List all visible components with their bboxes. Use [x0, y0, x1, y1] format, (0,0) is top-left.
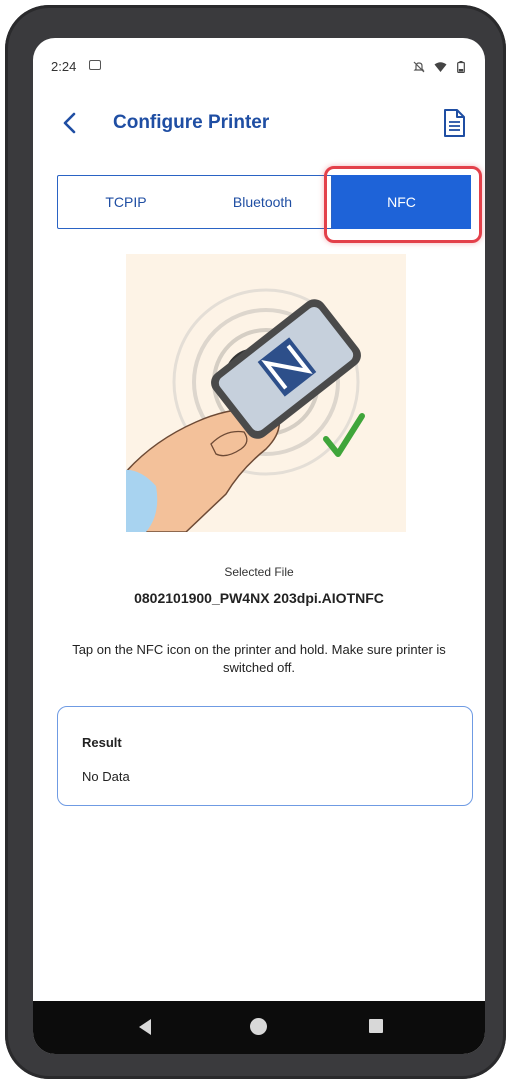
mute-icon [413, 61, 425, 72]
wifi-icon [434, 61, 447, 72]
tab-tcpip[interactable]: TCPIP [57, 175, 195, 229]
system-nav-bar [33, 1001, 485, 1054]
back-triangle-icon[interactable] [139, 1019, 151, 1035]
page-title: Configure Printer [113, 112, 270, 133]
selected-file-name: 0802101900_PW4NX 203dpi.AIOTNFC [134, 590, 384, 606]
recents-square-icon[interactable] [369, 1019, 383, 1033]
screen: 2:24 Configure Printer TCPIP Bluetooth N… [33, 38, 485, 1054]
document-button[interactable] [441, 108, 467, 138]
status-bar: 2:24 [33, 38, 485, 82]
tab-bluetooth[interactable]: Bluetooth [194, 175, 332, 229]
result-title: Result [82, 735, 122, 750]
chevron-left-icon [63, 112, 76, 134]
status-time: 2:24 [51, 59, 77, 74]
result-value: No Data [82, 769, 130, 784]
device-frame: 2:24 Configure Printer TCPIP Bluetooth N… [5, 5, 506, 1079]
result-card: Result No Data [57, 706, 473, 806]
battery-icon [457, 60, 465, 73]
sim-card-icon [89, 60, 101, 70]
home-circle-icon[interactable] [250, 1018, 267, 1035]
nfc-illustration-graphic [126, 254, 406, 532]
selected-file-label: Selected File [224, 565, 294, 579]
app-bar: Configure Printer [33, 98, 485, 148]
document-icon [444, 109, 465, 137]
back-button[interactable] [55, 106, 85, 140]
tab-highlight-outline [324, 166, 482, 243]
status-icons [413, 58, 465, 73]
nfc-tap-illustration [126, 254, 406, 532]
nfc-instruction-text: Tap on the NFC icon on the printer and h… [72, 642, 446, 675]
